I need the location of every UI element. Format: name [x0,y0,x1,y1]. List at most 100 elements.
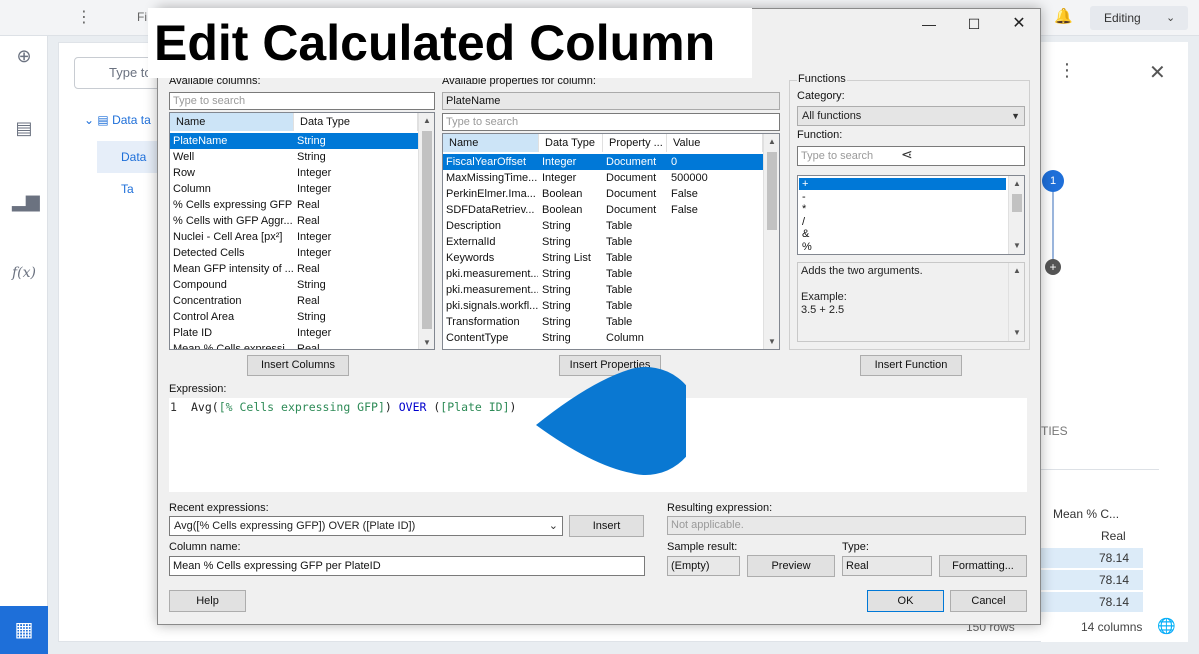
insert-function-button[interactable]: Insert Function [860,355,962,376]
chart-icon[interactable]: ▂▆ [12,189,40,213]
function-item[interactable]: % [799,241,1006,253]
function-item[interactable]: & [799,228,1006,240]
functions-list[interactable]: + - * / &% ▲ ▼ [797,175,1025,255]
list-item[interactable]: Mean % Cells expressi... Real [170,341,418,349]
app-menu-icon[interactable]: ⋮ [76,7,92,27]
scroll-down-icon[interactable]: ▼ [1009,238,1024,254]
keyword-token: OVER [398,400,427,414]
close-panel-icon[interactable]: ✕ [1149,60,1166,85]
data-canvas-icon[interactable]: ▦ [0,606,48,654]
function-label: Function: [797,129,843,141]
available-columns-list[interactable]: Name Data Type PlateName String Well String… [169,112,435,350]
scroll-up-icon[interactable]: ▲ [419,113,434,129]
ok-button[interactable]: OK [867,590,944,612]
scroll-down-icon[interactable]: ▼ [1009,325,1024,341]
description-line [801,278,1001,291]
formatting-button[interactable]: Formatting... [939,555,1027,577]
table-row[interactable]: ExternalId String Table [443,234,763,250]
close-icon[interactable]: ✕ [996,9,1042,39]
scroll-thumb[interactable] [767,152,777,230]
help-button[interactable]: Help [169,590,246,612]
cancel-button[interactable]: Cancel [950,590,1027,612]
list-item[interactable]: Well String [170,149,418,165]
function-item[interactable]: / [799,216,1006,228]
functions-scrollbar[interactable]: ▲ ▼ [1008,176,1024,254]
tree-item-data-table-child[interactable]: Data Ta [97,141,157,196]
minimize-icon[interactable]: — [906,9,952,39]
expression-code[interactable]: Avg([% Cells expressing GFP]) OVER ([Pla… [191,400,516,414]
function-item[interactable]: + [799,178,1006,190]
table-row[interactable]: DefaultSorting... StringColumn [443,346,763,349]
list-item[interactable]: Compound String [170,277,418,293]
file-menu[interactable]: Fi [137,10,147,24]
list-item[interactable]: % Cells with GFP Aggr... Real [170,213,418,229]
table-row[interactable]: MaxMissingTime... Integer Document 500000 [443,170,763,186]
property-kind: Table [606,300,633,312]
list-item[interactable]: Concentration Real [170,293,418,309]
scroll-thumb[interactable] [1012,194,1022,212]
function-item[interactable]: - [799,191,1006,203]
recent-expressions-select[interactable]: Avg([% Cells expressing GFP]) OVER ([Pla… [169,516,563,536]
property-header-property[interactable]: Property ... [603,134,667,152]
scroll-down-icon[interactable]: ▼ [764,334,779,349]
insert-columns-button[interactable]: Insert Columns [247,355,349,376]
list-item[interactable]: % Cells expressing GFP Real [170,197,418,213]
dialog-title: Edit Calculated Column [148,8,752,78]
list-item[interactable]: Nuclei - Cell Area [px²] Integer [170,229,418,245]
scroll-down-icon[interactable]: ▼ [419,335,434,349]
function-item[interactable]: * [799,203,1006,215]
description-scrollbar[interactable]: ▲ ▼ [1008,263,1024,341]
property-kind: Column [606,332,644,344]
insert-recent-button[interactable]: Insert [569,515,644,537]
recent-expressions-label: Recent expressions: [169,502,269,514]
list-item[interactable]: Mean GFP intensity of ... Real [170,261,418,277]
preview-button[interactable]: Preview [747,555,835,577]
columns-scrollbar[interactable]: ▲ ▼ [418,113,434,349]
table-row[interactable]: pki.measurement... String Table [443,266,763,282]
available-properties-list[interactable]: Name Data Type Property ... Value Fiscal… [442,133,780,350]
scroll-thumb[interactable] [422,131,432,329]
table-row[interactable]: SDFDataRetriev... Boolean Document False [443,202,763,218]
list-item[interactable]: Plate ID Integer [170,325,418,341]
table-row[interactable]: pki.signals.workfl... String Table [443,298,763,314]
more-options-icon[interactable]: ⋮ [1058,60,1076,81]
property-data-type: Integer [542,156,577,168]
data-icon[interactable]: ▤ [12,116,36,140]
property-header-value[interactable]: Value [667,134,763,152]
step-badge[interactable]: 1 [1042,170,1064,192]
column-name-input[interactable]: Mean % Cells expressing GFP per PlateID [169,556,645,576]
table-row[interactable]: PerkinElmer.Ima... Boolean Document False [443,186,763,202]
add-icon[interactable]: ⊕ [12,44,36,68]
list-item[interactable]: Detected Cells Integer [170,245,418,261]
scroll-up-icon[interactable]: ▲ [1009,263,1024,279]
scroll-up-icon[interactable]: ▲ [1009,176,1024,192]
table-row[interactable]: FiscalYearOffset Integer Document 0 [443,154,763,170]
maximize-icon[interactable]: ☐ [951,9,997,39]
list-item[interactable]: Row Integer [170,165,418,181]
properties-scrollbar[interactable]: ▲ ▼ [763,134,779,349]
list-item[interactable]: Control Area String [170,309,418,325]
globe-icon[interactable]: 🌐 [1157,617,1176,635]
column-header-name[interactable]: Name [170,113,294,131]
column-name: Well [173,151,195,163]
scroll-up-icon[interactable]: ▲ [764,134,779,150]
table-row[interactable]: pki.measurement... String Table [443,282,763,298]
tree-item-data-table[interactable]: ⌄ ▤ Data ta [84,113,151,127]
list-item[interactable]: Column Integer [170,181,418,197]
property-header-data-type[interactable]: Data Type [539,134,603,152]
table-row[interactable]: Keywords String List Table [443,250,763,266]
sample-result-field: (Empty) [667,556,740,576]
property-kind: Table [606,268,633,280]
columns-search-input[interactable]: Type to search [169,92,435,110]
property-header-name[interactable]: Name [443,134,539,152]
function-icon[interactable]: f(x) [12,261,36,285]
list-item[interactable]: PlateName String [170,133,418,149]
category-select[interactable]: All functions ▼ [797,106,1025,126]
table-row[interactable]: Description String Table [443,218,763,234]
bell-icon[interactable]: 🔔 [1054,7,1073,25]
add-step-icon[interactable]: + [1045,259,1061,275]
table-row[interactable]: ContentType String Column [443,330,763,346]
table-row[interactable]: Transformation String Table [443,314,763,330]
properties-search-input[interactable]: Type to search [442,113,780,131]
column-header-data-type[interactable]: Data Type [294,113,418,131]
